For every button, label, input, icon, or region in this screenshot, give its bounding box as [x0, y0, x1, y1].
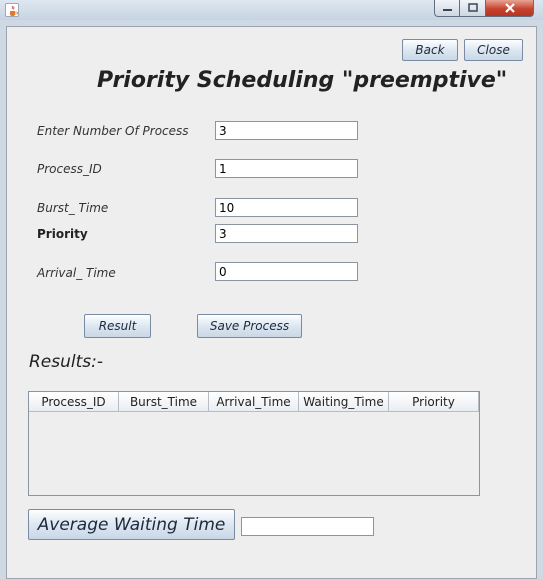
column-header-waiting-time[interactable]: Waiting_Time — [299, 392, 389, 412]
minimize-icon — [443, 9, 452, 11]
burst-time-input[interactable] — [215, 198, 358, 217]
save-process-button[interactable]: Save Process — [197, 314, 302, 338]
column-header-process-id[interactable]: Process_ID — [29, 392, 119, 412]
column-header-burst-time[interactable]: Burst_Time — [119, 392, 209, 412]
minimize-button[interactable] — [434, 0, 460, 17]
process-id-label: Process_ID — [37, 162, 102, 176]
back-button[interactable]: Back — [402, 39, 458, 61]
maximize-icon — [468, 3, 478, 12]
results-heading: Results:- — [29, 352, 104, 372]
results-table[interactable]: Process_ID Burst_Time Arrival_Time Waiti… — [28, 391, 480, 496]
title-bar[interactable] — [0, 0, 543, 20]
num-process-input[interactable] — [215, 121, 358, 140]
close-icon — [505, 3, 515, 13]
average-waiting-time-button[interactable]: Average Waiting Time — [28, 509, 235, 540]
maximize-button[interactable] — [460, 0, 486, 17]
java-cup-icon — [5, 3, 19, 17]
close-button[interactable]: Close — [464, 39, 523, 61]
main-panel: Back Close Priority Scheduling "preempti… — [6, 26, 537, 579]
arrival-time-label: Arrival_ Time — [37, 266, 116, 280]
burst-time-label: Burst_ Time — [37, 201, 109, 215]
priority-label: Priority — [37, 227, 88, 241]
page-title: Priority Scheduling "preemptive" — [97, 68, 508, 93]
arrival-time-input[interactable] — [215, 262, 358, 281]
priority-input[interactable] — [215, 224, 358, 243]
column-header-priority[interactable]: Priority — [389, 392, 479, 412]
average-waiting-time-field[interactable] — [241, 517, 374, 536]
result-button[interactable]: Result — [84, 314, 151, 338]
table-header: Process_ID Burst_Time Arrival_Time Waiti… — [29, 392, 479, 412]
process-id-input[interactable] — [215, 159, 358, 178]
num-process-label: Enter Number Of Process — [37, 124, 189, 138]
column-header-arrival-time[interactable]: Arrival_Time — [209, 392, 299, 412]
close-window-button[interactable] — [486, 0, 534, 17]
